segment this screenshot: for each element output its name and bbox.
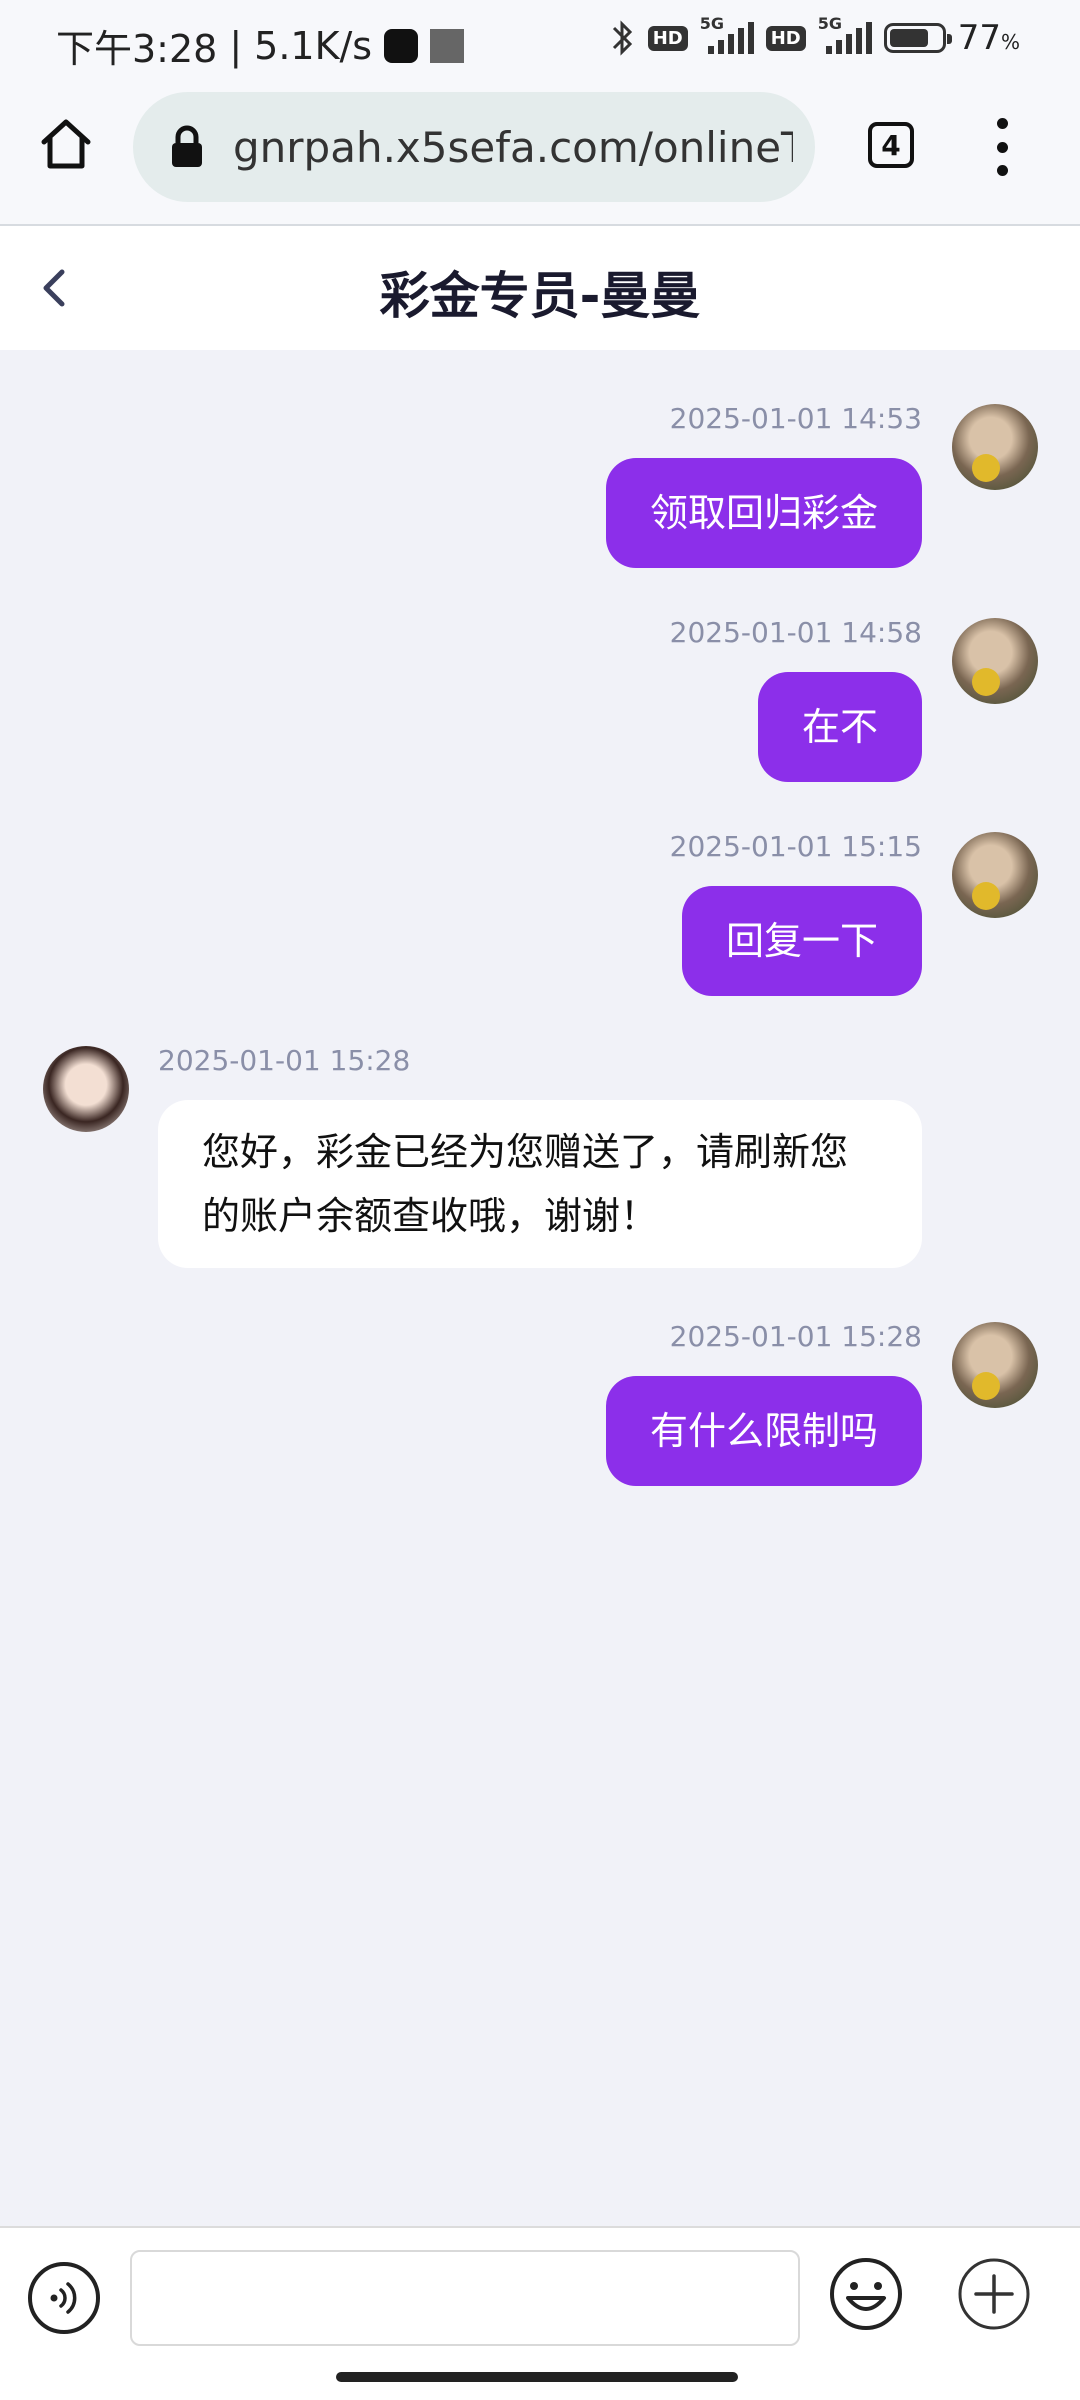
home-indicator[interactable] — [336, 2372, 738, 2382]
message-bubble[interactable]: 在不 — [757, 672, 922, 782]
chat-title: 彩金专员-曼曼 — [379, 267, 701, 325]
message-time: 2025-01-01 15:28 — [158, 1044, 411, 1077]
status-net-speed: 5.1K/s — [254, 23, 373, 68]
signal-bars — [707, 22, 754, 54]
message-bubble[interactable]: 有什么限制吗 — [605, 1376, 922, 1486]
battery-icon — [883, 23, 952, 53]
url-text[interactable]: gnrpah.x5sefa.com/onlineTa — [233, 123, 793, 172]
gesture-bar — [0, 2358, 1080, 2400]
lock-icon — [172, 125, 202, 167]
app-notification-icon — [384, 28, 419, 63]
status-time: 下午3:28 — [56, 27, 218, 71]
message-bubble[interactable]: 回复一下 — [681, 886, 922, 996]
message-time: 2025-01-01 15:15 — [669, 830, 922, 863]
browser-toolbar: gnrpah.x5sefa.com/onlineTa 4 — [0, 84, 1080, 226]
message-bubble[interactable]: 领取回归彩金 — [605, 458, 922, 568]
signal-bars-2 — [825, 22, 872, 54]
message-bubble[interactable]: 您好，彩金已经为您赠送了，请刷新您的账户余额查收哦，谢谢！ — [158, 1100, 922, 1268]
user-avatar[interactable] — [952, 832, 1038, 918]
hd-icon-2: HD — [765, 25, 806, 51]
battery-fill — [889, 29, 929, 47]
battery-percent: 77% — [957, 18, 1020, 58]
bluetooth-icon — [612, 20, 632, 56]
signal-icon: 5G — [700, 14, 754, 58]
status-right: HD 5G HD 5G 77% — [610, 14, 1020, 58]
plus-icon[interactable] — [956, 2256, 1032, 2332]
gallery-notification-icon — [430, 28, 465, 63]
home-icon[interactable] — [36, 114, 96, 174]
message-time: 2025-01-01 15:28 — [669, 1320, 922, 1353]
user-avatar[interactable] — [952, 404, 1038, 490]
status-left: 下午3:28 | 5.1K/s — [56, 18, 465, 73]
voice-wave-glyph — [50, 2282, 77, 2314]
status-separator: | — [229, 23, 243, 68]
chat-header: 彩金专员-曼曼 — [0, 226, 1080, 350]
hd-icon: HD — [647, 25, 688, 51]
more-menu-icon[interactable] — [990, 118, 1014, 176]
message-list: 2025-01-01 14:53 领取回归彩金 2025-01-01 14:58… — [0, 350, 1080, 2226]
user-avatar[interactable] — [952, 1322, 1038, 1408]
tab-switcher-button[interactable]: 4 — [868, 122, 914, 168]
emoji-icon[interactable] — [828, 2256, 904, 2332]
message-time: 2025-01-01 14:53 — [669, 402, 922, 435]
voice-icon[interactable] — [28, 2262, 100, 2334]
message-input[interactable] — [130, 2250, 800, 2346]
message-input-bar — [0, 2226, 1080, 2360]
user-avatar[interactable] — [952, 618, 1038, 704]
status-bar: 下午3:28 | 5.1K/s HD 5G HD 5G 77% — [0, 0, 1080, 84]
signal-icon-2: 5G — [818, 14, 872, 58]
address-bar[interactable]: gnrpah.x5sefa.com/onlineTa — [133, 92, 815, 202]
message-time: 2025-01-01 14:58 — [669, 616, 922, 649]
agent-avatar[interactable] — [43, 1046, 129, 1132]
